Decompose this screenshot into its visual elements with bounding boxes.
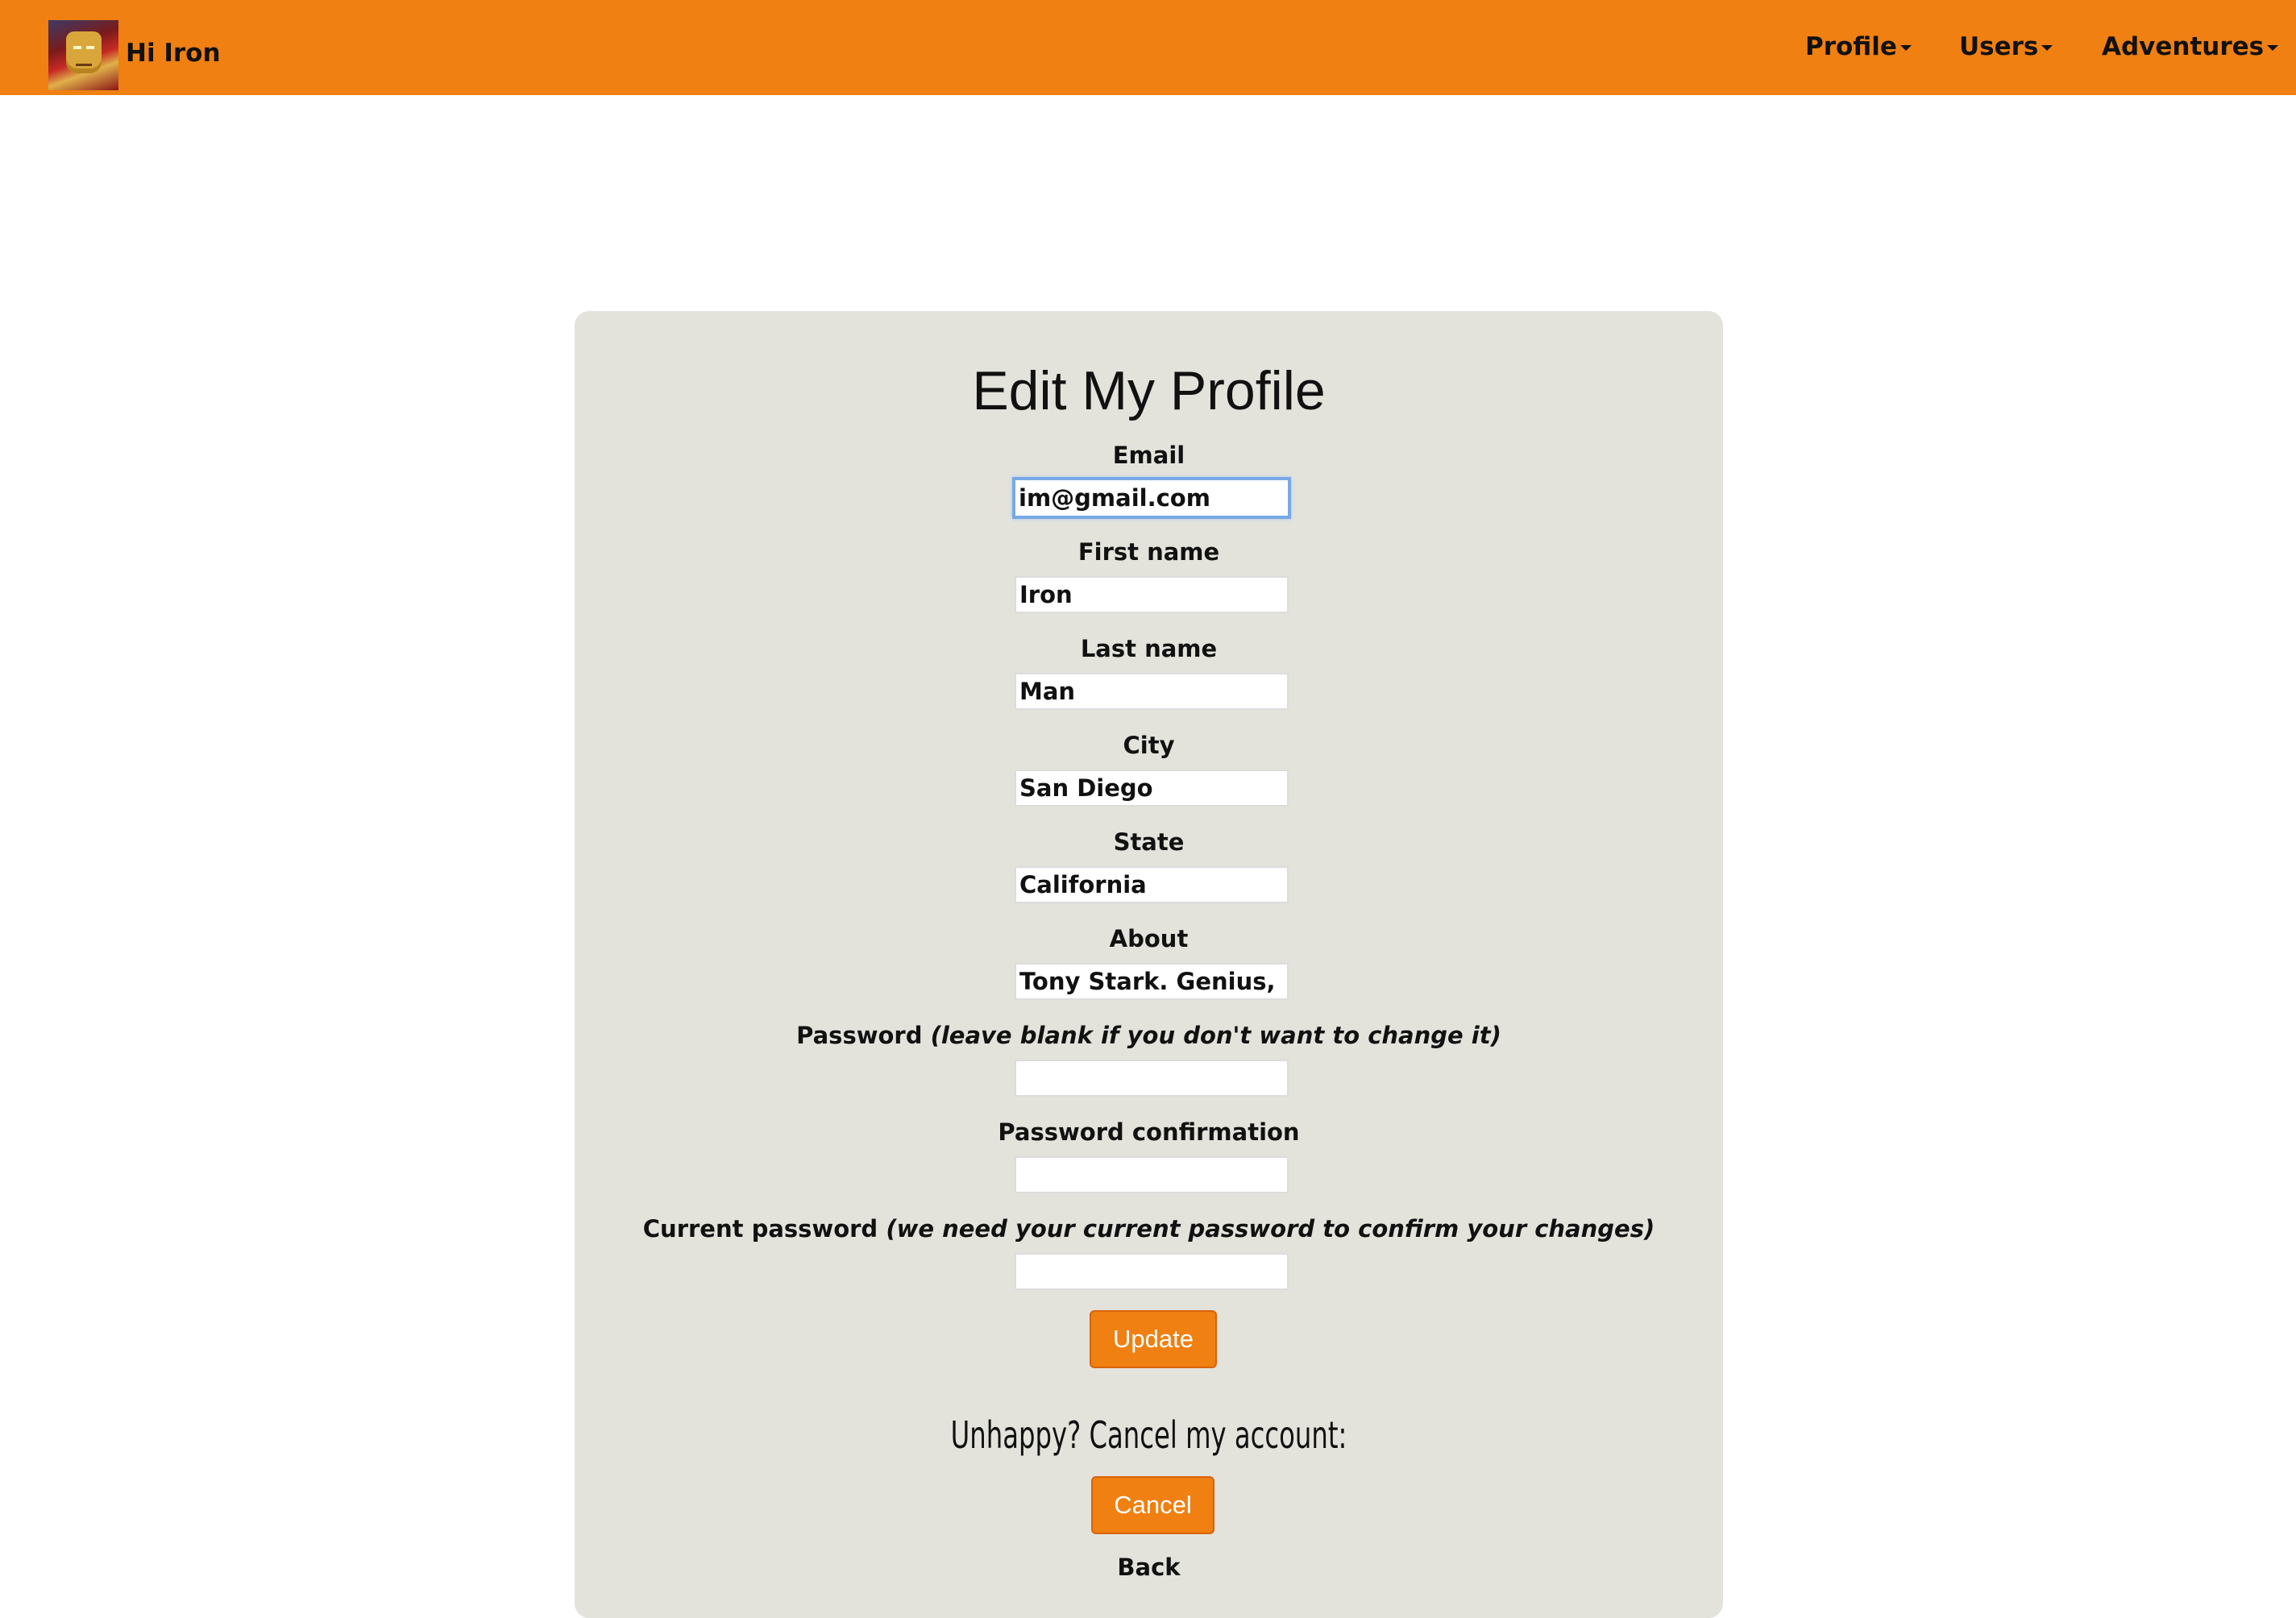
state-field[interactable] [1015,866,1289,903]
avatar-eye-left [73,46,81,49]
page-title: Edit My Profile [972,360,1326,421]
cancel-account-button[interactable]: Cancel [1091,1476,1214,1534]
user-avatar[interactable] [48,20,118,90]
current-password-label-text: Current password [642,1215,878,1243]
last-name-field[interactable] [1015,673,1289,710]
last-name-label: Last name [1080,635,1218,662]
nav-users-label: Users [1959,32,2039,61]
first-name-label: First name [1077,538,1220,566]
nav-adventures-label: Adventures [2102,32,2265,61]
caret-down-icon [1899,45,1912,51]
nav-profile-dropdown[interactable]: Profile [1805,32,1912,61]
avatar-mouth [76,64,92,66]
nav-adventures-dropdown[interactable]: Adventures [2102,32,2279,61]
avatar-helmet [66,31,102,73]
current-password-field[interactable] [1015,1253,1289,1290]
caret-down-icon [2041,45,2053,51]
back-link[interactable]: Back [575,1554,1723,1581]
state-label: State [1113,828,1185,856]
password-confirmation-field[interactable] [1015,1156,1289,1193]
email-label: Email [1112,442,1185,469]
nav-users-dropdown[interactable]: Users [1959,32,2053,61]
greeting-text: Hi Iron [126,39,221,68]
current-password-label-note: (we need your current password to confir… [886,1215,1655,1243]
city-label: City [1123,732,1175,759]
update-button[interactable]: Update [1090,1310,1217,1368]
avatar-eye-right [86,46,94,49]
about-field[interactable] [1015,963,1289,1000]
current-password-label: Current password (we need your current p… [575,1215,1723,1243]
city-field[interactable] [1015,770,1289,807]
password-confirmation-label: Password confirmation [998,1118,1300,1146]
password-label-text: Password [796,1022,923,1049]
password-field[interactable] [1015,1060,1289,1097]
password-label: Password (leave blank if you don't want … [575,1022,1723,1049]
email-field[interactable] [1012,477,1291,519]
top-navbar: Hi Iron Profile Users Adventures [0,0,2296,95]
nav-profile-label: Profile [1805,32,1897,61]
first-name-field[interactable] [1015,576,1289,613]
password-label-note: (leave blank if you don't want to change… [930,1022,1501,1049]
about-label: About [1109,925,1189,952]
caret-down-icon [2267,45,2279,51]
edit-profile-panel: Edit My Profile Email First name Last na… [575,311,1723,1618]
cancel-account-heading: Unhappy? Cancel my account: [950,1413,1347,1457]
